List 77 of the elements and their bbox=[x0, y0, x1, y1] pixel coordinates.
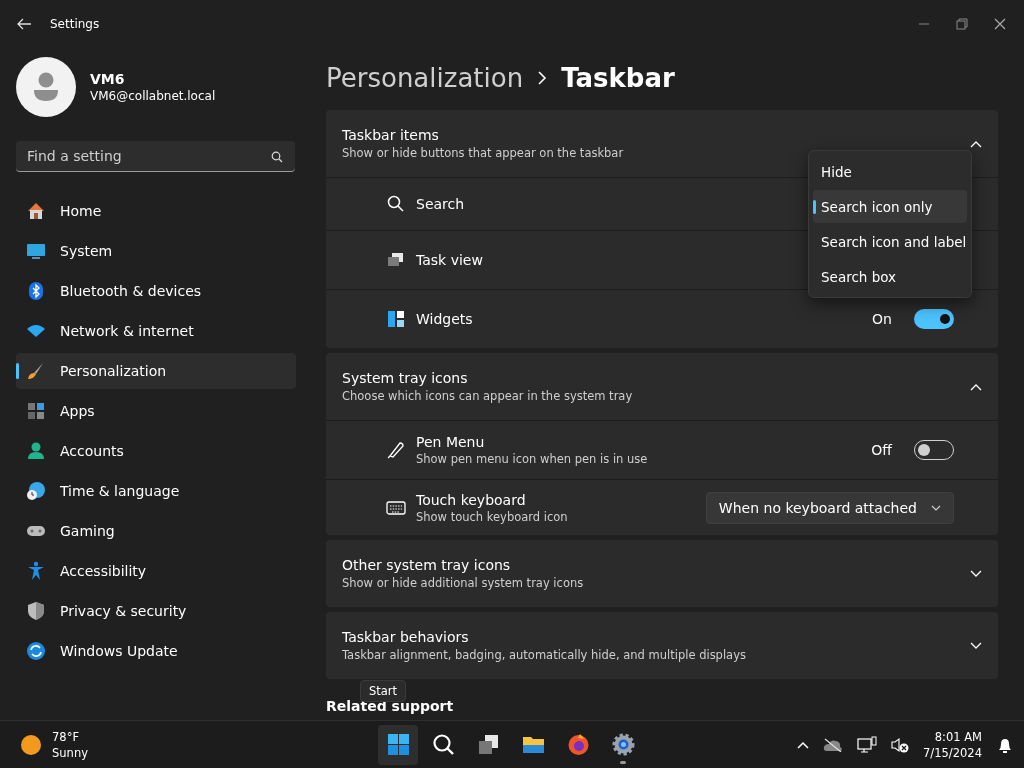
account-email: VM6@collabnet.local bbox=[90, 89, 216, 103]
sidebar-item[interactable]: Windows Update bbox=[16, 633, 296, 669]
chevron-up-icon[interactable] bbox=[970, 382, 982, 391]
sidebar-item[interactable]: Accounts bbox=[16, 433, 296, 469]
search-icon bbox=[386, 194, 406, 214]
section-title: Taskbar items bbox=[342, 127, 439, 143]
pen-icon bbox=[386, 440, 406, 460]
toggle-state-label: Off bbox=[871, 442, 892, 458]
globe-clock-icon bbox=[26, 481, 46, 501]
chevron-down-icon bbox=[931, 504, 941, 511]
house-icon bbox=[26, 201, 46, 221]
sidebar-item[interactable]: Personalization bbox=[16, 353, 296, 389]
taskbar-app[interactable] bbox=[378, 724, 418, 765]
setting-label: Pen Menu bbox=[416, 434, 485, 450]
toggle-state-label: On bbox=[872, 311, 892, 327]
network-monitor-icon[interactable] bbox=[857, 735, 878, 754]
page-title: Taskbar bbox=[561, 63, 675, 93]
gear-icon bbox=[610, 732, 636, 757]
section-subtitle: Show or hide buttons that appear on the taskbar bbox=[342, 146, 624, 160]
search-icon bbox=[271, 151, 283, 163]
sidebar-item[interactable]: Apps bbox=[16, 393, 296, 429]
menu-option[interactable]: Search icon and label bbox=[813, 225, 967, 258]
section-subtitle: Choose which icons can appear in the system tray bbox=[342, 389, 633, 403]
accessibility-icon bbox=[26, 561, 46, 581]
menu-option[interactable]: Search box bbox=[813, 260, 967, 293]
search-field[interactable]: Find a setting bbox=[16, 141, 295, 172]
sidebar-item[interactable]: Time & language bbox=[16, 473, 296, 509]
sidebar-item[interactable]: Bluetooth & devices bbox=[16, 273, 296, 309]
breadcrumb-link[interactable]: Personalization bbox=[326, 63, 524, 93]
setting-description: Show touch keyboard icon bbox=[416, 509, 568, 524]
back-arrow-icon[interactable] bbox=[16, 17, 32, 31]
menu-option[interactable]: Search icon only bbox=[813, 190, 967, 223]
setting-label: Widgets bbox=[416, 311, 473, 327]
bluetooth-icon bbox=[26, 281, 46, 301]
sun-icon[interactable] bbox=[20, 733, 42, 756]
section-subtitle: Show or hide additional system tray icons bbox=[342, 576, 584, 590]
chevron-up-icon[interactable] bbox=[970, 139, 982, 148]
monitor-icon bbox=[26, 241, 46, 261]
window-title: Settings bbox=[50, 17, 100, 31]
chevron-down-icon[interactable] bbox=[970, 641, 982, 650]
windows-logo-icon bbox=[385, 732, 411, 757]
sidebar-item[interactable]: Privacy & security bbox=[16, 593, 296, 629]
setting-label: Task view bbox=[416, 252, 483, 268]
account-name: VM6 bbox=[90, 71, 126, 87]
search-icon bbox=[430, 732, 456, 757]
cloud-off-icon[interactable] bbox=[823, 737, 844, 752]
section-title: System tray icons bbox=[342, 370, 468, 386]
widgets-icon bbox=[386, 309, 406, 329]
weather-condition: Sunny bbox=[52, 744, 88, 761]
setting-description: Show pen menu icon when pen is in use bbox=[416, 452, 648, 466]
dropdown[interactable]: When no keyboard attached bbox=[705, 491, 954, 524]
sidebar-item[interactable]: System bbox=[16, 233, 296, 269]
person-icon bbox=[26, 441, 46, 461]
chevron-right-icon bbox=[537, 71, 548, 85]
section-subtitle: Taskbar alignment, badging, automatically hide, and multiple displays bbox=[342, 648, 746, 662]
menu-option[interactable]: Hide bbox=[813, 155, 967, 188]
sidebar-item[interactable]: Network & internet bbox=[16, 313, 296, 349]
shield-icon bbox=[26, 601, 46, 621]
temperature: 78°F bbox=[52, 728, 80, 745]
tooltip: Start bbox=[360, 680, 407, 702]
sidebar-item[interactable]: Gaming bbox=[16, 513, 296, 549]
restore-icon[interactable] bbox=[956, 18, 968, 30]
avatar-icon bbox=[16, 57, 76, 117]
section-title: Other system tray icons bbox=[342, 557, 511, 573]
chevron-down-icon[interactable] bbox=[970, 569, 982, 578]
chevron-up-icon[interactable] bbox=[797, 740, 810, 749]
setting-label: Search bbox=[416, 196, 465, 212]
apps-icon bbox=[26, 401, 46, 421]
toggle-switch[interactable] bbox=[914, 309, 954, 329]
muted-speaker-icon[interactable] bbox=[891, 736, 910, 753]
sidebar-item[interactable]: Accessibility bbox=[16, 553, 296, 589]
sidebar-item[interactable]: Home bbox=[16, 193, 296, 229]
close-icon[interactable] bbox=[994, 18, 1006, 30]
setting-label: Touch keyboard bbox=[416, 491, 526, 508]
section-title: Taskbar behaviors bbox=[342, 629, 469, 645]
sync-icon bbox=[26, 641, 46, 661]
clock[interactable]: 8:01 AM 7/15/2024 bbox=[923, 728, 982, 761]
